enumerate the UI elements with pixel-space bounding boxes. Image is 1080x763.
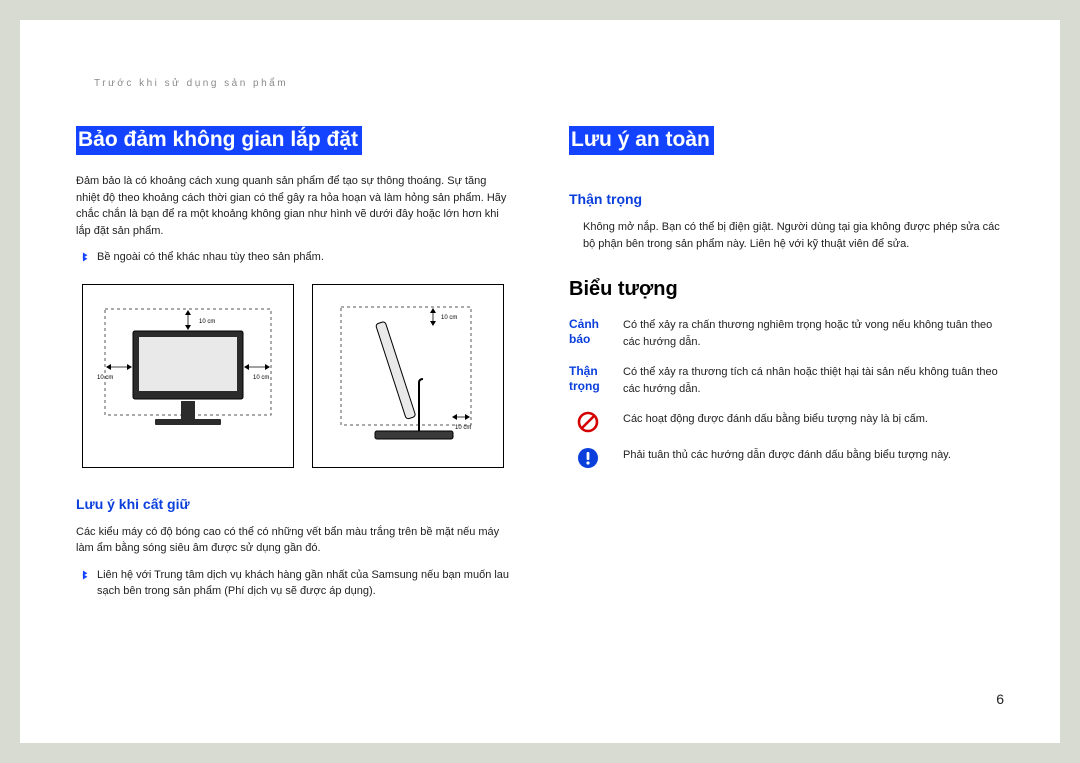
note-text: Bề ngoài có thể khác nhau tùy theo sản p… [97, 249, 324, 266]
heading-caution: Thận trọng [569, 191, 1004, 207]
legend-caution: Thận trọng Có thể xảy ra thương tích cá … [569, 364, 1004, 397]
svg-text:10 cm: 10 cm [441, 315, 457, 321]
caution-paragraph: Không mở nắp. Bạn có thể bị điện giật. N… [569, 219, 1004, 252]
svg-text:10 cm: 10 cm [455, 425, 471, 431]
heading-installation-space: Bảo đảm không gian lắp đặt [76, 126, 362, 155]
legend-label-warning: Cảnh báo [569, 317, 607, 347]
legend-warning: Cảnh báo Có thể xảy ra chấn thương nghiê… [569, 317, 1004, 350]
storage-bullet: Liên hệ với Trung tâm dịch vụ khách hàng… [82, 567, 511, 600]
diagram-front: 10 cm 10 cm 10 cm [82, 284, 294, 468]
heading-storage: Lưu ý khi cất giữ [76, 496, 511, 512]
legend-text-warning: Có thể xảy ra chấn thương nghiêm trọng h… [623, 317, 1004, 350]
legend-forbidden: Các hoạt động được đánh dấu bằng biểu tư… [569, 411, 1004, 433]
monitor-side-icon: 10 cm 10 cm [323, 297, 493, 457]
storage-paragraph: Các kiểu máy có độ bóng cao có thể có nh… [76, 524, 511, 557]
forbidden-icon [569, 411, 607, 433]
legend-label-caution: Thận trọng [569, 364, 607, 394]
legend-must: Phải tuân thủ các hướng dẫn được đánh dấ… [569, 447, 1004, 469]
legend-text-caution: Có thể xảy ra thương tích cá nhân hoặc t… [623, 364, 1004, 397]
monitor-front-icon: 10 cm 10 cm 10 cm [93, 297, 283, 457]
breadcrumb: Trước khi sử dụng sản phẩm [94, 78, 288, 89]
storage-bullet-text: Liên hệ với Trung tâm dịch vụ khách hàng… [97, 567, 511, 600]
legend-text-must: Phải tuân thủ các hướng dẫn được đánh dấ… [623, 447, 951, 464]
heading-symbols: Biểu tượng [569, 278, 1004, 301]
heading-safety: Lưu ý an toàn [569, 126, 714, 155]
chevron-icon [82, 569, 91, 581]
installation-paragraph: Đảm bảo là có khoảng cách xung quanh sản… [76, 173, 511, 239]
svg-text:10 cm: 10 cm [97, 375, 113, 381]
right-column: Lưu ý an toàn Thận trọng Không mở nắp. B… [569, 126, 1004, 604]
exclamation-icon [569, 447, 607, 469]
svg-text:10 cm: 10 cm [253, 375, 269, 381]
document-page: Trước khi sử dụng sản phẩm Bảo đảm không… [20, 20, 1060, 743]
left-column: Bảo đảm không gian lắp đặt Đảm bảo là có… [76, 126, 511, 604]
note-bullet: Bề ngoài có thể khác nhau tùy theo sản p… [82, 249, 511, 266]
svg-text:10 cm: 10 cm [199, 319, 215, 325]
legend-text-forbidden: Các hoạt động được đánh dấu bằng biểu tư… [623, 411, 928, 428]
two-column-layout: Bảo đảm không gian lắp đặt Đảm bảo là có… [76, 126, 1004, 604]
diagram-side: 10 cm 10 cm [312, 284, 504, 468]
page-number: 6 [996, 691, 1004, 707]
chevron-icon [82, 251, 91, 263]
diagram-row: 10 cm 10 cm 10 cm [76, 284, 511, 468]
